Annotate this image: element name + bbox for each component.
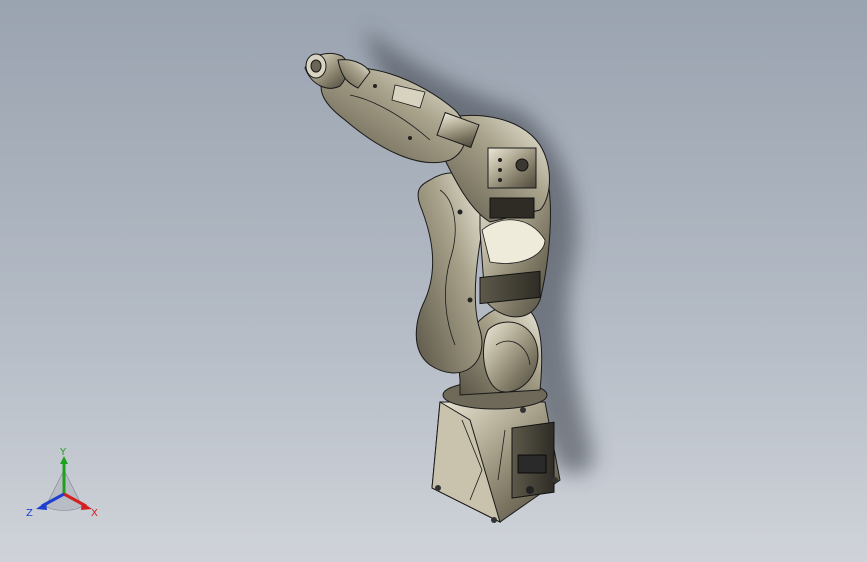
- x-axis-label: X: [91, 508, 98, 519]
- z-axis-label: Z: [26, 508, 33, 519]
- graphics-viewport[interactable]: Y X Z: [0, 0, 867, 562]
- robot-forearm[interactable]: [320, 67, 480, 164]
- y-axis-label: Y: [59, 447, 67, 458]
- robot-wrist[interactable]: [304, 53, 371, 89]
- robot-base[interactable]: [431, 401, 561, 523]
- z-axis-arrow-icon: [36, 502, 47, 510]
- robot-arm-model[interactable]: [0, 0, 867, 562]
- orientation-triad: Y X Z: [26, 447, 98, 519]
